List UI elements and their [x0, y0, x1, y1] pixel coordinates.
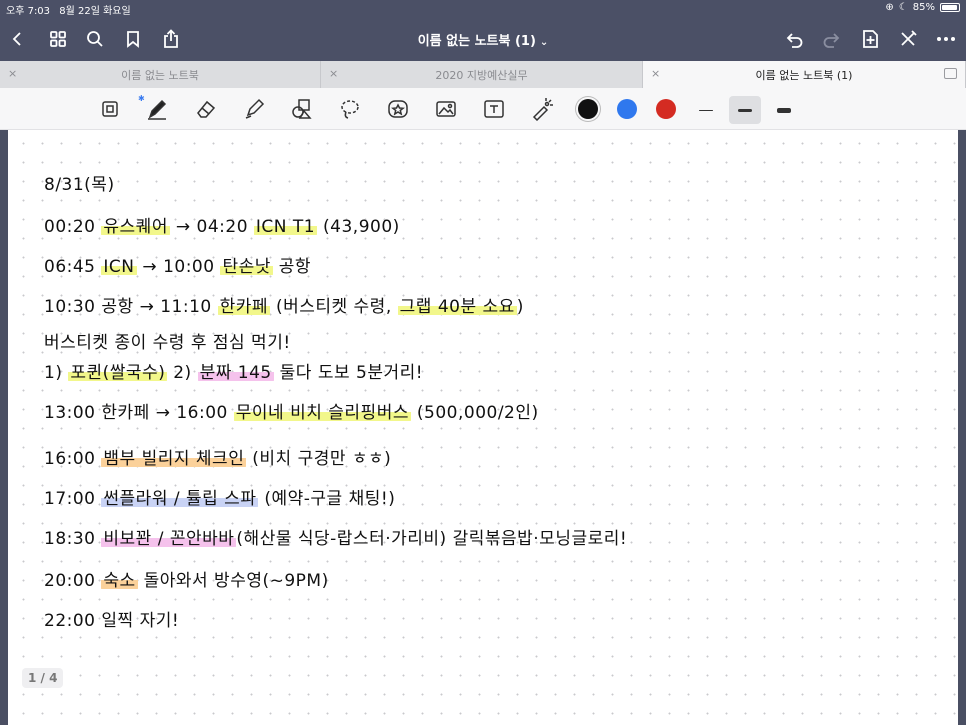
- moon-icon: ☾: [898, 2, 908, 13]
- close-toolbar-icon[interactable]: [896, 27, 920, 51]
- note-text: 10:30 공항 → 11:10: [44, 297, 218, 317]
- notebook-page[interactable]: 8/31(목) 00:20 유스퀘어 → 04:20 ICN T1 (43,900…: [8, 130, 958, 725]
- note-text: 돌아와서 방수영(~9PM): [137, 571, 329, 591]
- highlighted-text: 무이네 비치 슬리핑버스: [233, 403, 411, 423]
- tab-budget[interactable]: × 2020 지방예산실무: [321, 61, 643, 88]
- note-text: ): [516, 297, 524, 317]
- highlighted-text: 분짜 145: [197, 363, 274, 383]
- highlighted-text: 한카페: [217, 297, 271, 317]
- note-line: 1) 포퀸(쌀국수) 2) 분짜 145 둘다 도보 5분거리!: [44, 358, 423, 383]
- note-text: 00:20: [44, 217, 102, 237]
- note-text: (비치 구경만 ㅎㅎ): [246, 449, 392, 469]
- note-text: → 10:00: [136, 257, 221, 277]
- tab-close-icon[interactable]: ×: [651, 67, 660, 80]
- tab-notebook-1[interactable]: × 이름 없는 노트북 (1): [643, 61, 966, 88]
- color-red-swatch[interactable]: [656, 99, 676, 119]
- lasso-select-icon[interactable]: [96, 96, 124, 122]
- note-text: 18:30: [44, 529, 102, 549]
- note-text: 16:00: [44, 449, 102, 469]
- stroke-width-thick[interactable]: [768, 96, 800, 124]
- tab-close-icon[interactable]: ×: [8, 67, 17, 80]
- split-view-icon[interactable]: [944, 68, 957, 79]
- page-indicator: 1 / 4: [22, 668, 64, 688]
- note-text: (버스티켓 수령,: [270, 297, 398, 317]
- highlighted-text: 비보꽌 / 꼰안바바: [101, 529, 237, 549]
- note-text: 13:00 한카페 → 16:00: [44, 403, 234, 423]
- tab-close-icon[interactable]: ×: [329, 67, 338, 80]
- tab-label: 이름 없는 노트북: [121, 68, 199, 82]
- note-text: 06:45: [44, 257, 102, 277]
- note-text: (500,000/2인): [410, 403, 539, 423]
- battery-percent: 85%: [912, 2, 935, 13]
- note-line: 10:30 공항 → 11:10 한카페 (버스티켓 수령, 그랩 40분 소요…: [44, 292, 524, 317]
- note-line: 16:00 뱀부 빌리지 체크인 (비치 구경만 ㅎㅎ): [44, 444, 391, 469]
- sticker-icon[interactable]: [384, 96, 412, 122]
- stroke-width-medium[interactable]: [729, 96, 761, 124]
- status-time: 오후 7:03: [6, 6, 51, 17]
- highlighted-text: 뱀부 빌리지 체크인: [101, 449, 247, 469]
- redo-icon[interactable]: [820, 27, 844, 51]
- note-line: 06:45 ICN → 10:00 탄손낫 공항: [44, 252, 311, 277]
- document-title-text: 이름 없는 노트북 (1): [417, 34, 536, 49]
- note-text: 2): [167, 363, 198, 383]
- title-bar: 이름 없는 노트북 (1) ⌄: [0, 17, 966, 61]
- tool-bar: ✱: [0, 88, 966, 130]
- note-line: 20:00 숙소 돌아와서 방수영(~9PM): [44, 566, 329, 591]
- status-date: 8월 22일 화요일: [59, 6, 131, 17]
- battery-icon: [940, 3, 960, 12]
- highlighted-text: 그랩 40분 소요: [397, 297, 517, 317]
- note-text: (예약-구글 채팅!): [258, 489, 396, 509]
- note-text: 17:00: [44, 489, 102, 509]
- tab-label: 이름 없는 노트북 (1): [755, 68, 853, 82]
- highlighted-text: ICN T1: [253, 217, 318, 237]
- battery-fill: [942, 5, 958, 10]
- shapes-icon[interactable]: [288, 96, 316, 122]
- laser-pointer-icon[interactable]: [528, 96, 556, 122]
- image-icon[interactable]: [432, 96, 460, 122]
- tab-bar: × 이름 없는 노트북 × 2020 지방예산실무 × 이름 없는 노트북 (1…: [0, 61, 966, 88]
- note-text: 공항: [272, 257, 312, 277]
- color-black-swatch[interactable]: [578, 99, 598, 119]
- pen-tool-icon[interactable]: [143, 96, 171, 122]
- highlighter-icon[interactable]: [240, 96, 268, 122]
- screen-lock-icon: ⊕: [885, 2, 894, 13]
- eraser-icon[interactable]: [192, 96, 220, 122]
- lasso-icon[interactable]: [336, 96, 364, 122]
- note-text: → 04:20: [169, 217, 254, 237]
- highlighted-text: 유스퀘어: [101, 217, 170, 237]
- status-time-date: 오후 7:03 8월 22일 화요일: [6, 2, 131, 17]
- highlighted-text: 썬플라워 / 튤립 스파: [101, 489, 259, 509]
- note-line: 22:00 일찍 자기!: [44, 606, 179, 631]
- note-text: (해산물 식당-랍스터·가리비) 갈릭볶음밥·모닝글로리!: [236, 529, 628, 549]
- chevron-down-icon: ⌄: [539, 37, 549, 48]
- stroke-width-thin[interactable]: [690, 96, 722, 124]
- status-bar: 오후 7:03 8월 22일 화요일 ⊕ ☾ 85%: [0, 0, 966, 17]
- highlighted-text: 포퀸(쌀국수): [68, 363, 168, 383]
- highlighted-text: 탄손낫: [220, 257, 273, 277]
- status-right: ⊕ ☾ 85%: [885, 2, 960, 13]
- note-line: 8/31(목): [44, 170, 115, 195]
- more-icon[interactable]: [934, 27, 958, 51]
- note-text: 8/31(목): [44, 175, 115, 195]
- note-text: (43,900): [317, 217, 400, 237]
- highlighted-text: ICN: [101, 257, 137, 277]
- undo-icon[interactable]: [782, 27, 806, 51]
- color-blue-swatch[interactable]: [617, 99, 637, 119]
- note-text: 22:00 일찍 자기!: [44, 611, 180, 631]
- add-page-icon[interactable]: [858, 27, 882, 51]
- note-line: 18:30 비보꽌 / 꼰안바바 (해산물 식당-랍스터·가리비) 갈릭볶음밥·모…: [44, 524, 627, 549]
- note-text: 둘다 도보 5분거리!: [273, 363, 424, 383]
- note-text: 버스티켓 종이 수령 후 점심 먹기!: [44, 333, 291, 353]
- text-icon[interactable]: [480, 96, 508, 122]
- note-line: 17:00 썬플라워 / 튤립 스파 (예약-구글 채팅!): [44, 484, 395, 509]
- tab-notebook[interactable]: × 이름 없는 노트북: [0, 61, 321, 88]
- note-text: 1): [44, 363, 69, 383]
- note-line: 버스티켓 종이 수령 후 점심 먹기!: [44, 328, 291, 353]
- tab-label: 2020 지방예산실무: [435, 68, 528, 82]
- note-text: 20:00: [44, 571, 102, 591]
- note-line: 00:20 유스퀘어 → 04:20 ICN T1 (43,900): [44, 212, 400, 237]
- note-line: 13:00 한카페 → 16:00 무이네 비치 슬리핑버스 (500,000/…: [44, 398, 539, 423]
- highlighted-text: 숙소: [101, 571, 138, 591]
